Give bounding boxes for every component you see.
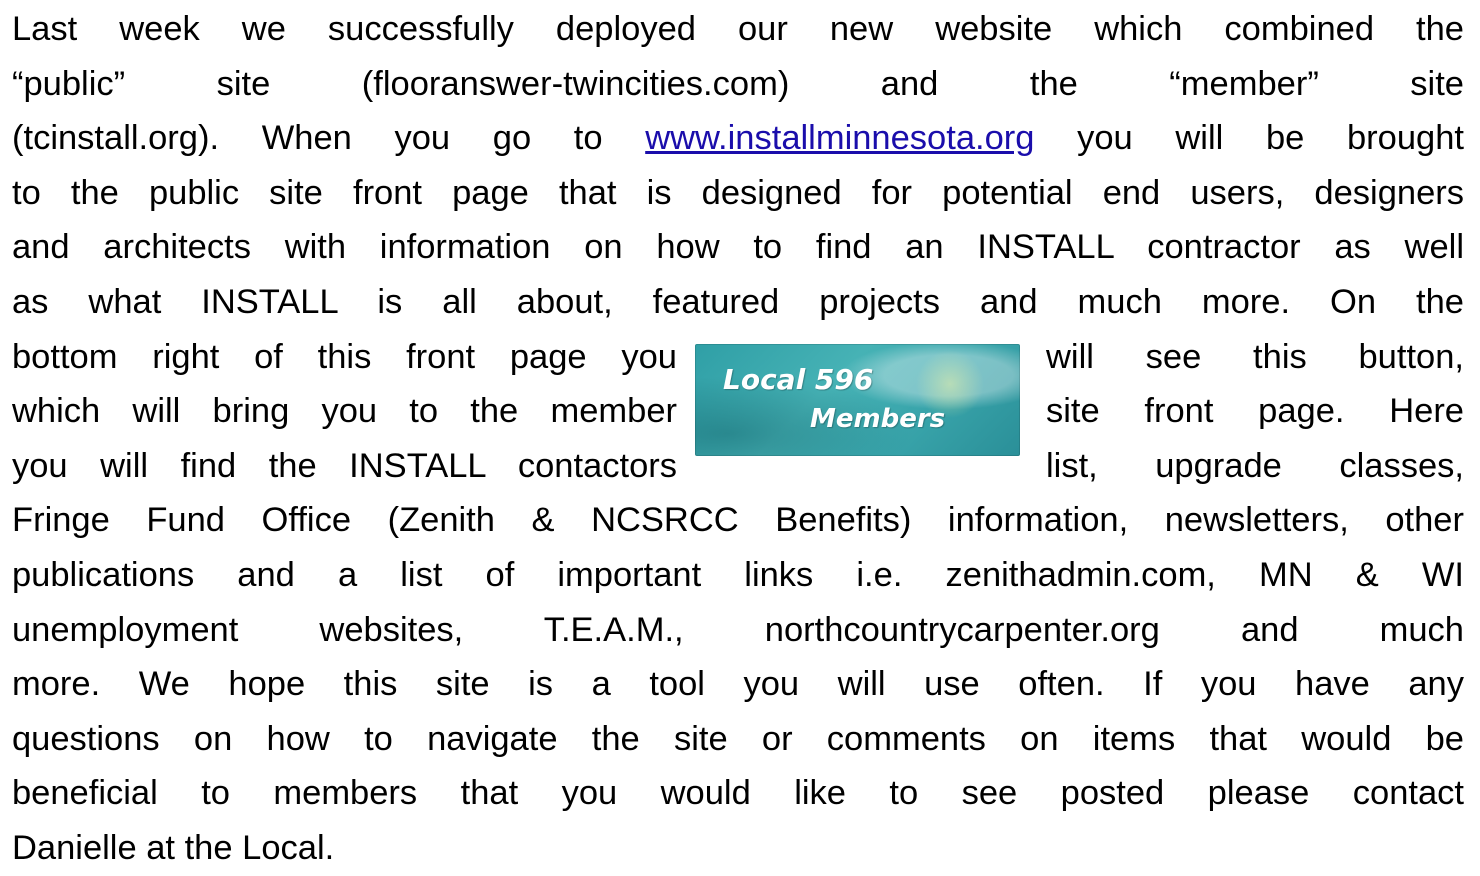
newsletter-paragraph: Last week we successfully deployed our n… [12,2,1464,876]
text-line-15: beneficial to members that you would lik… [12,774,1464,813]
text-line-6: as what INSTALL is all about, featured p… [12,282,1464,321]
wrap-right-line-2: site front page. Here [1046,392,1464,431]
wrap-left-line-2: which will bring you to the member [12,392,677,431]
button-slot: Local 596 Members [677,330,1046,494]
text-line-12: unemployment websites, T.E.A.M., northco… [12,610,1464,649]
text-line-10: Fringe Fund Office (Zenith & NCSRCC Bene… [12,501,1464,540]
text-line-13: more. We hope this site is a tool you wi… [12,665,1464,704]
wrap-left-line-1: bottom right of this front page you [12,337,677,376]
text-line-5: and architects with information on how t… [12,228,1464,267]
text-line-11: publications and a list of important lin… [12,555,1464,594]
text-line-4: to the public site front page that is de… [12,173,1464,212]
wrap-right-line-1: will see this button, [1046,337,1464,376]
wrap-left-column: bottom right of this front page you whic… [12,330,677,494]
wrap-right-column: will see this button, site front page. H… [1046,330,1464,494]
members-button-line2: Members [810,403,946,434]
members-button-line1: Local 596 [723,362,874,396]
text-line-1: Last week we successfully deployed our n… [12,10,1464,48]
text-line-3-after: you will be brought [1034,119,1464,158]
text-line-3: (tcinstall.org). When you go to www.inst… [12,111,1464,166]
text-line-2: “public” site (flooranswer-twincities.co… [12,64,1464,103]
text-line-3-before: (tcinstall.org). When you go to [12,119,646,158]
button-text-wrap: bottom right of this front page you whic… [12,330,1464,494]
wrap-left-line-3: you will find the INSTALL contactors [12,446,677,485]
text-line-14: questions on how to navigate the site or… [12,719,1464,758]
installminnesota-link[interactable]: www.installminnesota.org [645,119,1034,157]
text-line-16: Danielle at the Local. [12,828,335,867]
local-596-members-button[interactable]: Local 596 Members [695,343,1020,456]
wrap-right-line-3: list, upgrade classes, [1046,446,1464,485]
